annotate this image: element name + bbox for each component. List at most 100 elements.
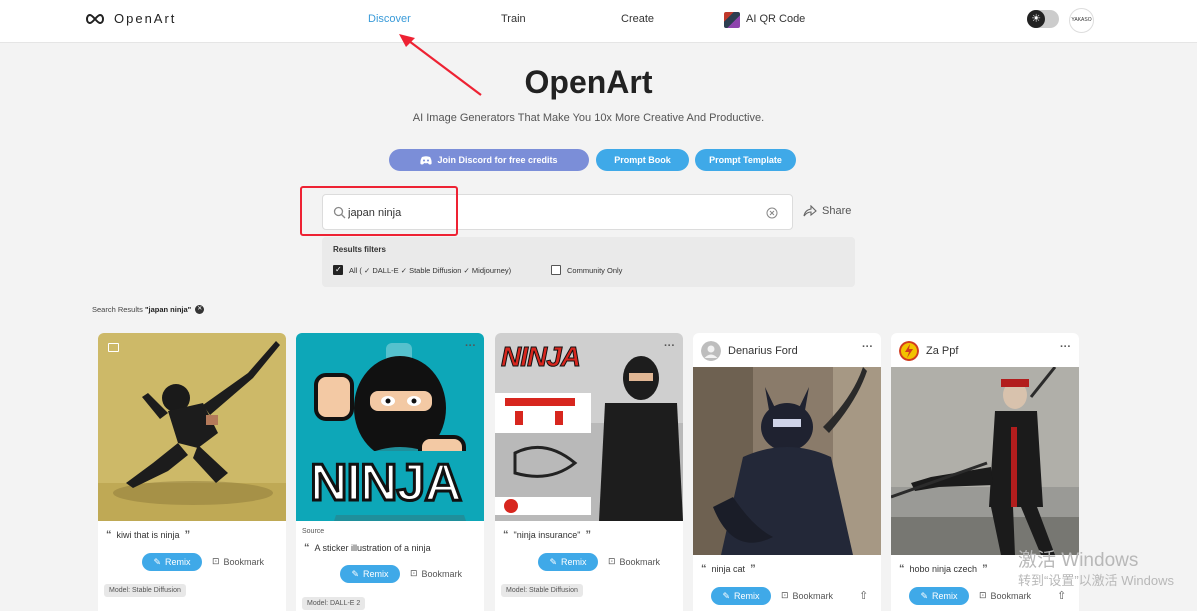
card-prompt: “ ninja cat ” [701, 563, 756, 575]
remix-button[interactable]: ✎ Remix [538, 553, 598, 571]
pencil-icon: ✎ [351, 568, 360, 579]
more-options-icon[interactable]: ··· [862, 341, 873, 353]
prompt-book-button[interactable]: Prompt Book [596, 149, 689, 171]
result-card[interactable]: Denarius Ford ··· “ ninja cat ” ✎ Remix … [693, 333, 881, 611]
clear-results-icon[interactable]: ✕ [195, 305, 205, 314]
discord-icon [420, 155, 433, 164]
card-prompt: “ "ninja insurance" ” [503, 529, 591, 541]
card-prompt: “ kiwi that is ninja ” [106, 529, 190, 541]
page-title: OpenArt [524, 64, 653, 100]
bookmark-label: Bookmark [619, 556, 661, 567]
close-quote-icon: ” [982, 563, 988, 575]
search-results-label: Search Results "japan ninja" ✕ [92, 305, 205, 314]
open-quote-icon: “ [304, 542, 310, 554]
card-author[interactable]: Denarius Ford [701, 341, 798, 361]
nav-train[interactable]: Train [501, 13, 526, 25]
remix-button[interactable]: ✎ Remix [909, 587, 969, 605]
qr-code-icon [724, 12, 740, 28]
windows-activation-watermark: 激活 Windows [1018, 550, 1139, 571]
open-quote-icon: “ [106, 529, 112, 541]
windows-activation-hint: 转到“设置”以激活 Windows [1018, 573, 1175, 588]
prompt-text: kiwi that is ninja [116, 530, 180, 540]
filter-community-checkbox[interactable] [551, 265, 561, 275]
pencil-icon: ✎ [153, 556, 162, 567]
user-avatar[interactable]: YAKASO [1069, 8, 1094, 33]
filter-all-label: All ( ✓ DALL-E ✓ Stable Diffusion ✓ Midj… [349, 266, 512, 275]
source-label: Source [302, 528, 325, 535]
more-options-icon[interactable]: ··· [465, 340, 476, 352]
results-prefix: Search Results [92, 305, 145, 314]
model-tag: Model: Stable Diffusion [501, 584, 583, 597]
card-prompt: “ A sticker illustration of a ninja [304, 542, 431, 554]
result-card[interactable]: “ kiwi that is ninja ” ✎ Remix ⊡ Bookmar… [98, 333, 286, 611]
remix-label: Remix [165, 557, 191, 567]
image-caption: NINJA [309, 453, 464, 514]
model-tag: Model: Stable Diffusion [104, 584, 186, 597]
remix-label: Remix [932, 591, 958, 601]
page-subtitle: AI Image Generators That Make You 10x Mo… [412, 112, 765, 124]
brand-logo[interactable]: OpenArt [84, 11, 176, 26]
bookmark-label: Bookmark [990, 590, 1032, 601]
brand-name: OpenArt [114, 11, 177, 26]
bookmark-button[interactable]: ⊡ Bookmark [781, 590, 833, 601]
theme-toggle[interactable]: ☀ [1027, 10, 1059, 28]
bookmark-icon: ⊡ [410, 568, 418, 578]
result-card[interactable]: NINJA ··· “ "ninja insurance" ” ✎ Remix … [495, 333, 683, 611]
more-options-icon[interactable]: ··· [1060, 341, 1071, 353]
join-discord-button[interactable]: Join Discord for free credits [389, 149, 589, 171]
bookmark-button[interactable]: ⊡ Bookmark [410, 568, 462, 579]
image-caption: NINJA [500, 341, 581, 373]
image-icon [108, 343, 119, 352]
model-tag: Model: DALL-E 2 [302, 597, 366, 610]
upload-icon[interactable]: ⇧ [1057, 589, 1066, 602]
share-label: Share [822, 205, 852, 217]
user-avatar-icon [899, 341, 919, 361]
remix-button[interactable]: ✎ Remix [142, 553, 202, 571]
card-author[interactable]: Za Ppf [899, 341, 958, 361]
remix-label: Remix [363, 569, 389, 579]
bookmark-icon: ⊡ [608, 556, 616, 566]
card-image[interactable] [693, 367, 881, 555]
close-quote-icon: ” [585, 529, 591, 541]
pencil-icon: ✎ [549, 556, 558, 567]
user-avatar-icon [701, 341, 721, 361]
prompt-text: A sticker illustration of a ninja [314, 543, 431, 553]
more-options-icon[interactable]: ··· [664, 340, 675, 352]
bookmark-label: Bookmark [223, 556, 265, 567]
close-quote-icon: ” [750, 563, 756, 575]
open-quote-icon: “ [701, 563, 707, 575]
upload-icon[interactable]: ⇧ [859, 589, 868, 602]
bookmark-label: Bookmark [421, 568, 463, 579]
filters-title: Results filters [333, 245, 386, 254]
bookmark-icon: ⊡ [212, 556, 220, 566]
share-button[interactable]: Share [803, 205, 851, 217]
bookmark-button[interactable]: ⊡ Bookmark [608, 556, 660, 567]
author-name: Za Ppf [926, 345, 959, 357]
nav-ai-qr-code[interactable]: AI QR Code [746, 13, 805, 25]
share-icon [803, 205, 817, 217]
result-card[interactable]: NINJA ··· Source “ A sticker illustratio… [296, 333, 484, 611]
top-nav-bar: OpenArt Discover Train Create AI QR Code… [0, 0, 1197, 43]
bookmark-button[interactable]: ⊡ Bookmark [979, 590, 1031, 601]
prompt-text: ninja cat [711, 564, 746, 574]
card-image[interactable] [98, 333, 286, 521]
results-query: "japan ninja" [144, 305, 192, 314]
join-discord-label: Join Discord for free credits [437, 155, 558, 165]
remix-label: Remix [734, 591, 760, 601]
bookmark-icon: ⊡ [979, 590, 987, 600]
nav-create[interactable]: Create [621, 13, 654, 25]
prompt-template-button[interactable]: Prompt Template [695, 149, 796, 171]
bookmark-button[interactable]: ⊡ Bookmark [212, 556, 264, 567]
remix-button[interactable]: ✎ Remix [711, 587, 771, 605]
infinity-logo-icon [86, 13, 104, 24]
nav-discover[interactable]: Discover [368, 13, 411, 25]
filter-community-label: Community Only [567, 266, 623, 275]
remix-button[interactable]: ✎ Remix [340, 565, 400, 583]
clear-search-icon[interactable] [766, 207, 778, 219]
card-image[interactable] [891, 367, 1079, 555]
filter-all-checkbox[interactable] [333, 265, 343, 275]
pencil-icon: ✎ [722, 590, 731, 601]
annotation-highlight-box [300, 186, 458, 236]
bookmark-icon: ⊡ [781, 590, 789, 600]
pencil-icon: ✎ [920, 590, 929, 601]
